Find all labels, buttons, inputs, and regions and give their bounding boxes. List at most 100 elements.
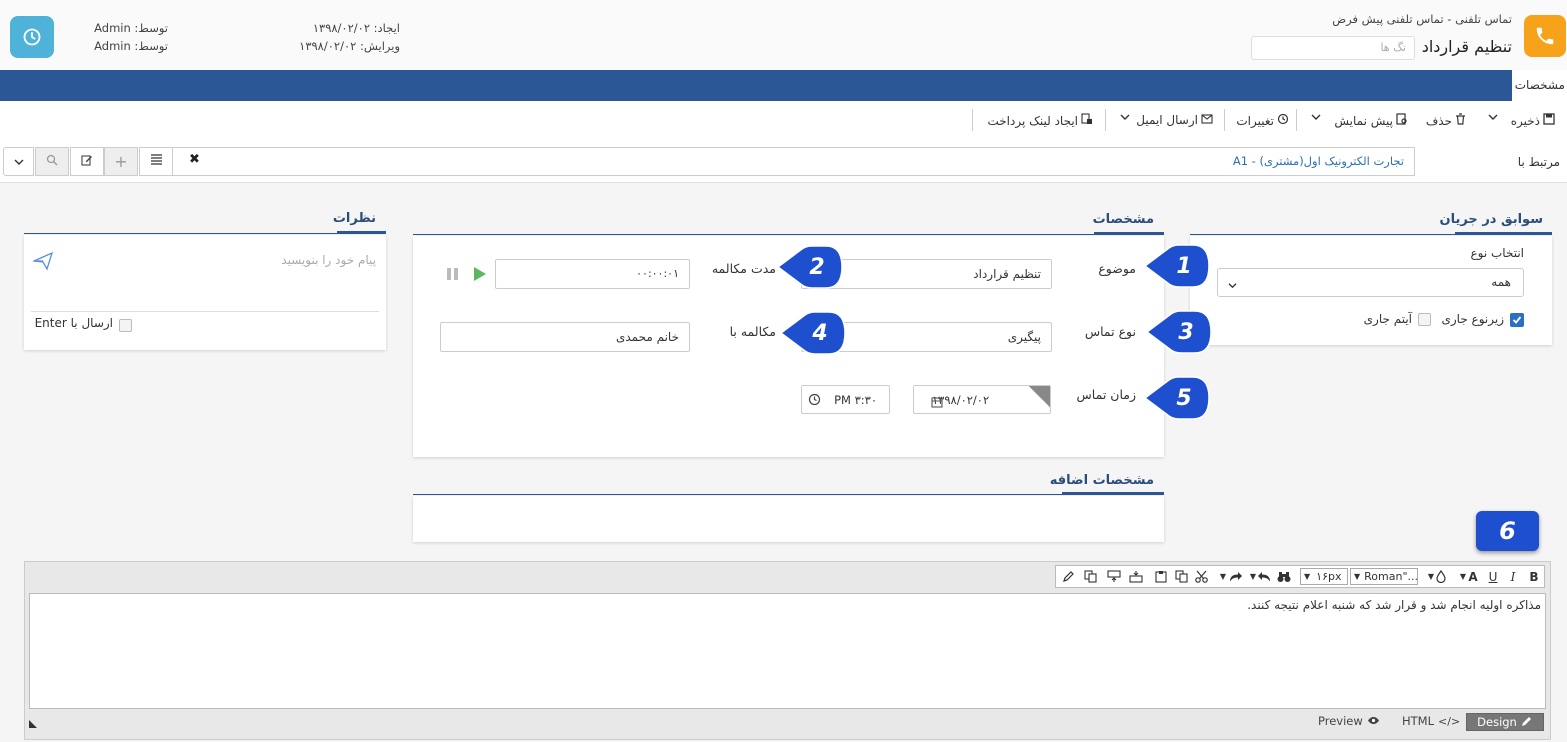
font-size-value: ۱۶px [1316,570,1342,583]
badge-5-label: 5 [1176,385,1192,411]
email-icon [1201,113,1213,127]
font-family-dropdown-icon: ▼ [1354,572,1361,581]
related-input[interactable]: تجارت الکترونیک اول(مشتری) - A1 [172,147,1415,176]
preview-button[interactable]: پیش نمایش [1330,113,1408,128]
tab-bar [0,70,1512,101]
send-enter-checkbox[interactable] [119,319,132,332]
list-button[interactable] [139,147,173,176]
toolbar-divider [1296,109,1297,131]
talk-with-label: مکالمه با [729,324,776,339]
date-fold-icon [1027,385,1051,411]
play-icon[interactable] [473,266,487,285]
type-select[interactable]: همه [1217,268,1524,297]
related-label: مرتبط با [1517,155,1560,169]
save-button[interactable]: ذخیره [1507,113,1555,128]
html-mode-button[interactable]: HTML </> [1402,714,1460,728]
pause-icon[interactable] [446,267,460,284]
edit-icon [81,154,93,170]
redo-dropdown-icon[interactable]: ▼ [1213,566,1233,587]
font-family-select[interactable]: ▼ Roman"... [1350,568,1418,585]
spec-panel-underline [1094,232,1164,235]
resize-handle-icon[interactable] [28,718,38,732]
copy-icon[interactable] [1171,566,1191,587]
history-panel-underline [1455,232,1552,235]
breadcrumb: تماس تلفنی - تماس تلفنی پیش فرض [1330,12,1512,26]
tags-input[interactable]: تگ ها [1251,36,1415,60]
history-icon [1277,113,1289,128]
call-type-label: نوع تماس [1084,324,1136,339]
eye-icon [1367,714,1380,728]
search-icon [46,154,58,170]
edit-button[interactable] [70,147,104,176]
edited-date: ویرایش: ۱۳۹۸/۰۲/۰۲ [299,39,400,53]
clock-icon [808,393,821,409]
underline-button[interactable]: U [1483,566,1503,587]
extra-panel-line [413,494,1164,495]
clock-icon[interactable] [10,16,54,58]
insert-row-before-icon[interactable] [1104,566,1124,587]
payment-link-button[interactable]: ایجاد لینک پرداخت [985,113,1093,128]
paste-icon[interactable] [1151,566,1171,587]
editor-content[interactable]: مذاکره اولیه انجام شد و قرار شد که شنبه … [29,593,1546,709]
talk-with-input[interactable]: خانم محمدی [440,322,690,352]
toolbar-divider [1105,109,1106,131]
email-dropdown-chevron-icon[interactable] [1120,113,1130,121]
type-label: انتخاب نوع [1470,246,1524,260]
send-email-button[interactable]: ارسال ایمیل [1136,113,1213,127]
spec-panel-title: مشخصات [1092,212,1154,227]
search-button[interactable] [35,147,69,176]
send-icon[interactable] [31,251,54,274]
pencil-icon[interactable] [1058,566,1078,587]
call-time-label: زمان تماس [1076,387,1136,402]
subtype-label: زیرنوع جاری [1441,312,1504,326]
duration-input[interactable]: ۰۰:۰۰:۰۱ [495,259,690,289]
spec-panel-line [413,234,1164,235]
badge-1-label: 1 [1176,253,1192,279]
list-icon [150,154,163,169]
tab-specifications[interactable]: مشخصات [1512,70,1567,101]
preview-dropdown-chevron-icon[interactable] [1311,113,1321,121]
save-dropdown-chevron-icon[interactable] [1488,113,1498,121]
font-family-value: Roman"... [1364,570,1418,583]
current-item-label: آیتم جاری [1363,312,1412,326]
phone-icon [1524,15,1566,57]
add-icon[interactable]: + [104,147,138,176]
edited-by: توسط: Admin [94,39,168,53]
cut-icon[interactable] [1191,566,1211,587]
call-time-input[interactable]: PM ۳:۳۰ [801,385,890,414]
bold-button[interactable]: B [1524,566,1544,587]
undo-dropdown-icon[interactable]: ▼ [1243,566,1263,587]
changes-button[interactable]: تغییرات [1236,113,1289,128]
save-icon [1543,113,1555,128]
find-icon[interactable] [1274,566,1294,587]
badge-6: 6 [1476,511,1539,551]
extra-panel [413,496,1164,542]
toolbar-divider [972,109,973,131]
clear-icon[interactable]: ✖ [189,152,200,167]
comments-panel-underline [337,231,386,234]
call-time-value: PM ۳:۳۰ [834,393,877,407]
toolbar-divider [1224,109,1225,131]
font-color-dropdown-icon[interactable]: ▼ [1453,566,1473,587]
highlight-dropdown-icon[interactable]: ▼ [1421,566,1441,587]
subtype-checkbox[interactable] [1510,313,1524,327]
send-enter-label: ارسال با Enter [34,316,113,330]
font-size-select[interactable]: ▼ ۱۶px [1300,568,1348,585]
comment-input[interactable]: پیام خود را بنویسید [180,253,376,267]
paste-text-icon[interactable] [1080,566,1100,587]
design-mode-button[interactable]: Design [1466,713,1544,731]
current-item-checkbox[interactable] [1418,313,1431,326]
delete-button[interactable]: حذف [1424,113,1466,128]
preview-mode-button[interactable]: Preview [1318,714,1380,728]
created-date: ایجاد: ۱۳۹۸/۰۲/۰۲ [312,21,400,35]
comment-divider [31,311,379,312]
italic-button[interactable]: I [1503,566,1523,587]
breadcrumb-type: تماس تلفنی - [1447,12,1512,26]
badge-3-label: 3 [1178,319,1194,345]
font-size-dropdown-icon: ▼ [1304,572,1311,581]
extra-panel-underline [1062,492,1164,495]
code-icon: </> [1438,714,1461,728]
related-dropdown-chevron-icon[interactable] [3,147,34,176]
page-title: تنظیم قرارداد [1421,37,1512,56]
insert-row-after-icon[interactable] [1126,566,1146,587]
